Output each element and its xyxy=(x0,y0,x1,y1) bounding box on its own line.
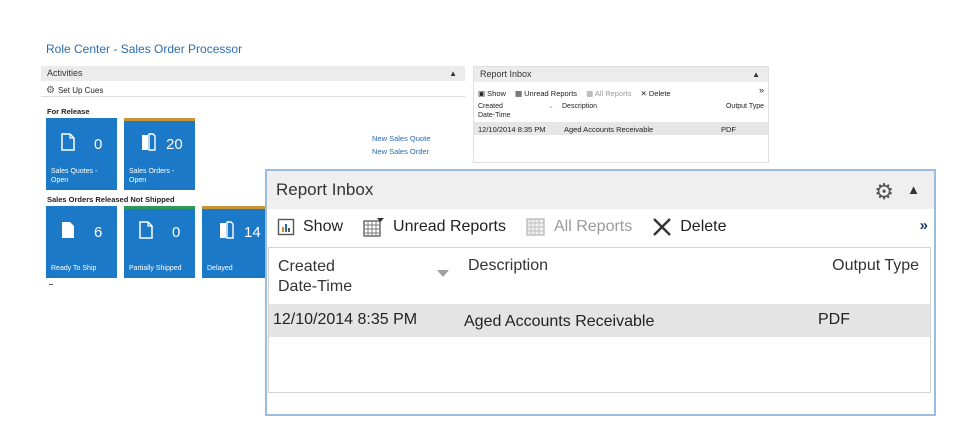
gears-icon[interactable]: ⚙ xyxy=(874,173,894,211)
documents-icon xyxy=(220,221,234,239)
show-button[interactable]: Show xyxy=(277,218,343,236)
cell-description: Aged Accounts Receivable xyxy=(564,125,654,134)
column-header-created[interactable]: Created Date-Time xyxy=(278,257,352,297)
tile-count: 0 xyxy=(172,224,181,241)
delete-button[interactable]: ✕ Delete xyxy=(641,89,671,98)
activities-title: Activities xyxy=(47,68,83,78)
tile-label: Open xyxy=(129,176,147,184)
show-icon xyxy=(277,218,295,236)
chevron-up-icon[interactable]: ▲ xyxy=(907,171,920,209)
report-grid: Created Date-Time Description Output Typ… xyxy=(268,247,931,393)
table-row[interactable]: 12/10/2014 8:35 PM Aged Accounts Receiva… xyxy=(474,122,768,135)
tile-label: Open xyxy=(51,176,69,184)
column-header-description[interactable]: Description xyxy=(562,103,726,122)
tile-label: Delayed xyxy=(207,264,233,272)
unread-reports-button[interactable]: Unread Reports xyxy=(363,217,506,237)
chevron-up-icon[interactable]: ▲ xyxy=(752,67,760,82)
column-header-created: Date-Time xyxy=(478,111,511,119)
tile-ready-to-ship[interactable]: 6 Ready To Ship xyxy=(46,206,117,278)
tile-count: 6 xyxy=(94,224,103,241)
tile-stripe xyxy=(124,206,195,209)
cell-output-type: PDF xyxy=(721,125,736,134)
all-reports-button[interactable]: All Reports xyxy=(526,217,632,237)
tile-stripe xyxy=(124,118,195,121)
tile-partially-shipped[interactable]: 0 Partially Shipped xyxy=(124,206,195,278)
document-icon xyxy=(62,222,74,238)
delete-icon xyxy=(653,218,672,236)
sort-descending-icon[interactable] xyxy=(437,270,449,277)
report-inbox-part-zoomed: Report Inbox ⚙ ▲ Show Unread Reports All… xyxy=(265,169,936,416)
show-label: Show xyxy=(303,218,344,235)
grid-header: Created Date-Time ⌄ Description Output Ty… xyxy=(474,100,768,122)
report-inbox-toolbar: Show Unread Reports All Reports Delete » xyxy=(267,209,934,245)
all-reports-button[interactable]: ▦ All Reports xyxy=(586,89,631,98)
setup-cues-action[interactable]: ⚙ Set Up Cues xyxy=(41,81,465,97)
page-title: Role Center - Sales Order Processor xyxy=(46,42,243,56)
report-inbox-header: Report Inbox ⚙ ▲ xyxy=(267,171,934,209)
show-label: Show xyxy=(487,88,506,98)
cell-created: 12/10/2014 8:35 PM xyxy=(478,125,546,134)
setup-cues-label: Set Up Cues xyxy=(57,86,104,95)
tile-label: Sales Quotes - xyxy=(51,168,98,175)
gears-icon: ⚙ xyxy=(46,85,55,96)
delete-button[interactable]: Delete xyxy=(652,217,726,237)
all-reports-icon xyxy=(526,218,545,236)
tile-stripe xyxy=(202,206,273,209)
unread-reports-label: Unread Reports xyxy=(393,218,506,235)
tile-label: Partially Shipped xyxy=(129,264,182,272)
cell-description: Aged Accounts Receivable xyxy=(464,313,655,330)
documents-icon xyxy=(142,133,156,151)
group-caption-for-release: For Release xyxy=(47,107,90,116)
table-row[interactable]: 12/10/2014 8:35 PM Aged Accounts Receiva… xyxy=(269,304,930,337)
new-sales-order-link[interactable]: New Sales Order xyxy=(372,146,430,159)
unread-reports-icon xyxy=(363,218,385,237)
tile-count: 0 xyxy=(94,136,103,153)
report-inbox-title: Report Inbox xyxy=(276,180,374,199)
column-header-created-line1: Created xyxy=(278,258,335,275)
column-header-description[interactable]: Description xyxy=(468,257,548,275)
tile-label: Ready To Ship xyxy=(51,264,97,272)
chevron-up-icon[interactable]: ▲ xyxy=(449,66,457,81)
unread-reports-button[interactable]: ▦ Unread Reports xyxy=(515,89,577,98)
report-inbox-part-small: Report Inbox ▲ ▣ Show ▦ Unread Reports ▦… xyxy=(473,66,769,163)
cell-created: 12/10/2014 8:35 PM xyxy=(273,311,418,328)
tiles-divider xyxy=(49,284,53,285)
show-button[interactable]: ▣ Show xyxy=(478,89,506,98)
unread-reports-label: Unread Reports xyxy=(524,88,578,98)
tile-delayed[interactable]: 14 Delayed xyxy=(202,206,273,278)
delete-label: Delete xyxy=(648,88,671,98)
cell-output-type: PDF xyxy=(818,311,850,328)
activities-header: Activities ▲ xyxy=(41,66,465,81)
tile-sales-orders-open[interactable]: 20 Sales Orders - Open xyxy=(124,118,195,190)
column-header-output-type[interactable]: Output Type xyxy=(832,257,919,275)
report-inbox-toolbar: ▣ Show ▦ Unread Reports ▦ All Reports ✕ … xyxy=(474,82,768,100)
delete-label: Delete xyxy=(680,218,727,235)
grid-header: Created Date-Time Description Output Typ… xyxy=(269,248,930,304)
tile-count: 14 xyxy=(244,224,261,241)
tile-label: Sales Orders - xyxy=(129,168,175,175)
document-icon xyxy=(61,133,75,151)
tile-sales-quotes-open[interactable]: 0 Sales Quotes - Open xyxy=(46,118,117,190)
all-reports-label: All Reports xyxy=(553,218,633,235)
document-icon xyxy=(139,221,153,239)
tile-count: 20 xyxy=(166,136,183,153)
more-actions-button[interactable]: » xyxy=(920,217,928,234)
more-actions-button[interactable]: » xyxy=(759,85,764,95)
column-header-created-line2: Date-Time xyxy=(278,278,353,295)
sort-arrow-icon[interactable]: ⌄ xyxy=(548,103,562,122)
report-inbox-header: Report Inbox ▲ xyxy=(474,67,768,82)
new-sales-quote-link[interactable]: New Sales Quote xyxy=(372,133,430,146)
column-header-created[interactable]: Created xyxy=(478,103,503,110)
all-reports-label: All Reports xyxy=(594,88,632,98)
column-header-output-type[interactable]: Output Type xyxy=(726,103,764,122)
report-inbox-title: Report Inbox xyxy=(480,69,532,79)
